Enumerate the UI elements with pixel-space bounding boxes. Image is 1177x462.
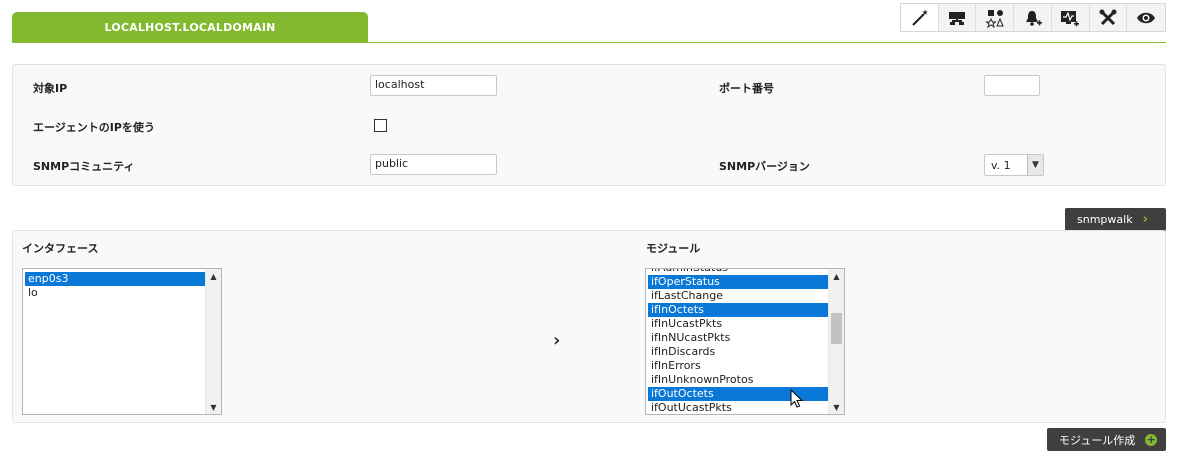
network-icon[interactable] [939, 4, 977, 31]
tab-localhost[interactable]: LOCALHOST.LOCALDOMAIN [12, 12, 368, 42]
snmpwalk-button[interactable]: snmpwalk › [1065, 208, 1166, 231]
target-ip-input[interactable]: localhost [370, 75, 497, 96]
module-option[interactable]: ifInUcastPkts [648, 317, 828, 331]
module-option[interactable]: ifInDiscards [648, 345, 828, 359]
module-option[interactable]: ifInOctets [648, 303, 828, 317]
snmpwalk-label: snmpwalk [1077, 213, 1133, 226]
use-agent-ip-checkbox[interactable] [374, 119, 387, 132]
tools-icon[interactable] [1090, 4, 1128, 31]
port-input[interactable] [984, 75, 1040, 96]
use-agent-ip-label: エージェントのIPを使う [33, 121, 155, 134]
scroll-up-icon[interactable]: ▲ [829, 269, 844, 283]
chevron-right-icon[interactable]: › [553, 330, 560, 351]
snmp-version-select[interactable]: v. 1 ▼ [984, 154, 1044, 176]
toolbar [900, 3, 1166, 32]
module-option[interactable]: ifInErrors [648, 359, 828, 373]
interfaces-label: インタフェース [22, 242, 99, 255]
chevron-down-icon: ▼ [1027, 155, 1043, 175]
chevron-right-icon: › [1142, 212, 1148, 227]
scroll-up-icon[interactable]: ▲ [206, 269, 221, 283]
plus-circle-icon: + [1145, 433, 1158, 446]
interfaces-listbox[interactable]: enp0s3 lo ▲ ▼ [22, 268, 222, 415]
scrollbar-thumb[interactable] [831, 313, 842, 344]
snmp-version-label: SNMPバージョン [719, 160, 810, 173]
target-ip-label: 対象IP [33, 82, 68, 95]
snmp-community-label: SNMPコミュニティ [33, 160, 135, 173]
scroll-down-icon[interactable]: ▼ [829, 400, 844, 414]
module-option[interactable]: ifOperStatus [648, 275, 828, 289]
bell-plus-icon[interactable] [1014, 4, 1052, 31]
wand-icon[interactable] [901, 4, 939, 31]
interfaces-scrollbar[interactable]: ▲ ▼ [205, 269, 221, 414]
header-divider [12, 42, 1166, 43]
modules-label: モジュール [646, 242, 701, 255]
snmp-community-input[interactable]: public [370, 154, 497, 175]
module-option-partial[interactable]: ifAdminStatus [648, 269, 828, 275]
port-label: ポート番号 [719, 82, 774, 95]
modules-scrollbar[interactable]: ▲ ▼ [828, 269, 844, 414]
module-option[interactable]: ifLastChange [648, 289, 828, 303]
interface-option[interactable]: lo [25, 286, 205, 300]
module-option[interactable]: ifInNUcastPkts [648, 331, 828, 345]
eye-icon[interactable] [1127, 4, 1165, 31]
module-option[interactable]: ifInUnknownProtos [648, 373, 828, 387]
snmp-form-panel: 対象IP localhost ポート番号 エージェントのIPを使う SNMPコミ… [12, 64, 1166, 186]
monitor-plus-icon[interactable] [1052, 4, 1090, 31]
snmp-version-value: v. 1 [991, 158, 1011, 172]
mouse-cursor-icon [790, 389, 804, 408]
scroll-down-icon[interactable]: ▼ [206, 400, 221, 414]
create-modules-label: モジュール作成 [1059, 433, 1136, 447]
interface-option[interactable]: enp0s3 [25, 272, 205, 286]
create-modules-button[interactable]: モジュール作成 + [1047, 428, 1166, 451]
shapes-icon[interactable] [976, 4, 1015, 31]
modules-listbox[interactable]: ifAdminStatus ifOperStatus ifLastChange … [645, 268, 845, 415]
